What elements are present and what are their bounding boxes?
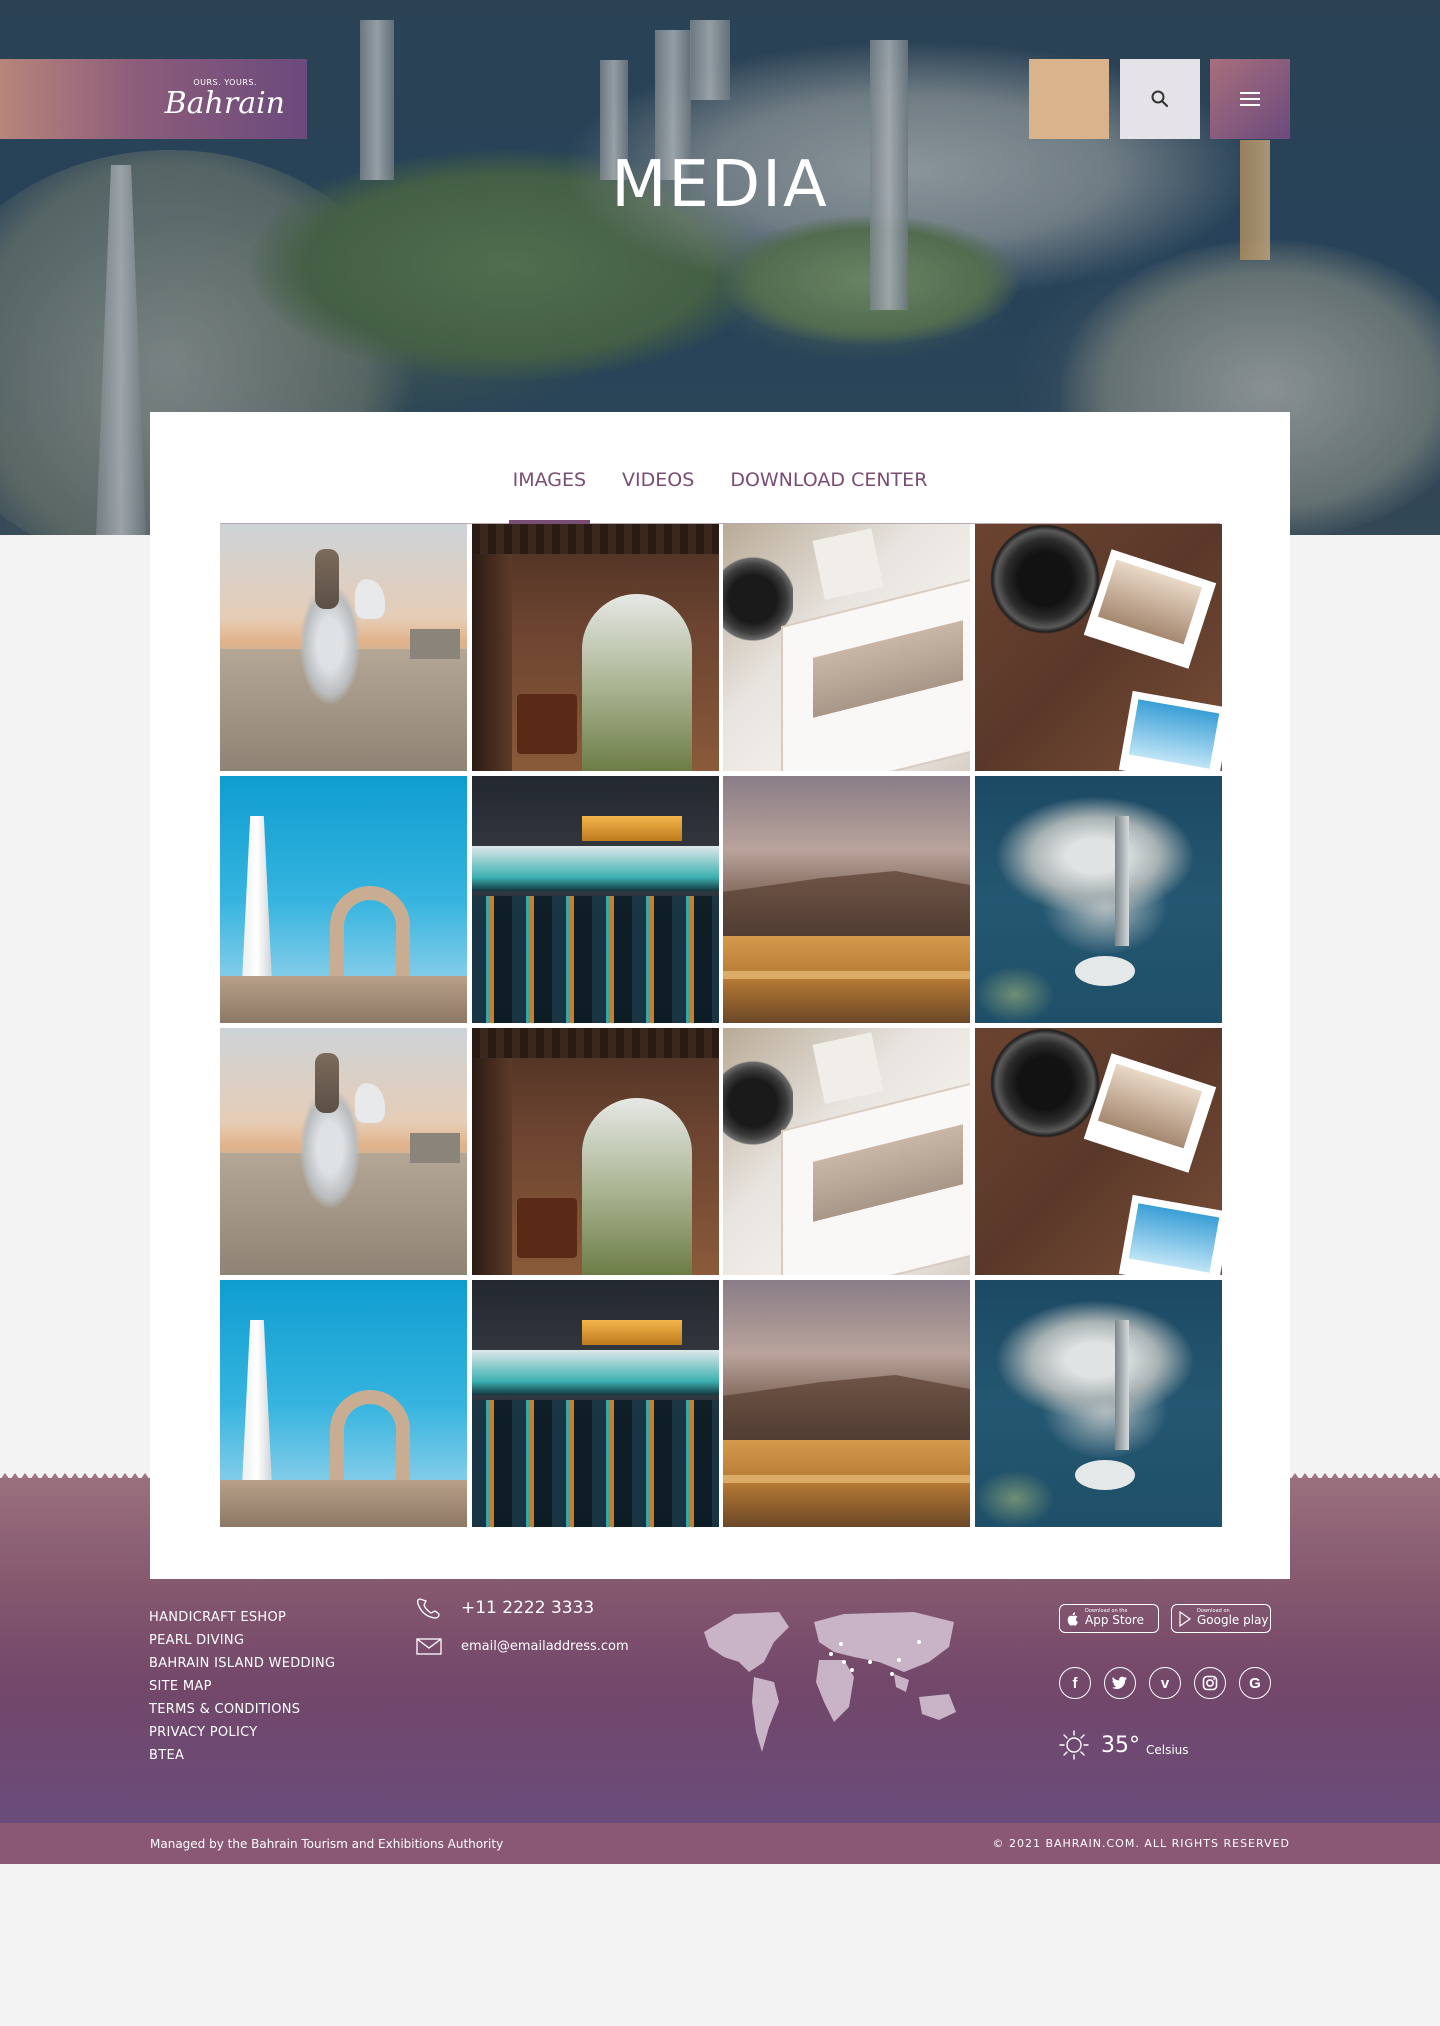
google-play-icon [1179, 1610, 1192, 1627]
email-address[interactable]: email@emailaddress.com [461, 1639, 629, 1654]
app-store-badges: Download on the App Store Download on Go… [1059, 1604, 1271, 1633]
gallery-image-camera-photographs[interactable] [974, 1028, 1222, 1275]
sun-icon [1059, 1730, 1089, 1760]
footer-link-pearl-diving[interactable]: PEARL DIVING [149, 1629, 335, 1652]
bahrain-logo[interactable]: OURS. YOURS. Bahrain [165, 79, 285, 119]
tab-download-center[interactable]: DOWNLOAD CENTER [712, 447, 945, 523]
apple-icon [1067, 1611, 1078, 1626]
language-button[interactable] [1029, 59, 1109, 139]
gallery-image-horse-rider-beach[interactable] [220, 1028, 467, 1275]
menu-icon [1240, 92, 1260, 106]
social-links: f v G [1059, 1667, 1271, 1699]
image-gallery [220, 524, 1222, 1527]
gallery-image-minaret-ruins[interactable] [220, 1280, 467, 1527]
phone-number[interactable]: +11 2222 3333 [461, 1598, 594, 1618]
app-store-button[interactable]: Download on the App Store [1059, 1604, 1159, 1633]
footer-link-bahrain-island-wedding[interactable]: BAHRAIN ISLAND WEDDING [149, 1652, 335, 1675]
google-icon[interactable]: G [1239, 1667, 1271, 1699]
weather-unit: Celsius [1146, 1743, 1189, 1757]
footer-link-terms[interactable]: TERMS & CONDITIONS [149, 1698, 335, 1721]
gallery-image-camera-notebook[interactable] [723, 1028, 970, 1275]
footer-link-handicraft-eshop[interactable]: HANDICRAFT ESHOP [149, 1606, 335, 1629]
logo-bar[interactable]: OURS. YOURS. Bahrain [0, 59, 307, 139]
twitter-icon[interactable] [1104, 1667, 1136, 1699]
contact-info: +11 2222 3333 email@emailaddress.com [415, 1596, 629, 1672]
gallery-image-night-building-reflection[interactable] [471, 1280, 719, 1527]
footer-link-btea[interactable]: BTEA [149, 1744, 335, 1767]
gallery-image-aerial-city[interactable] [974, 776, 1222, 1023]
world-map [704, 1612, 956, 1752]
weather-temperature: 35° [1101, 1732, 1140, 1758]
gallery-image-fort-dusk[interactable] [723, 776, 970, 1023]
gallery-image-camera-photographs[interactable] [974, 524, 1222, 771]
vimeo-icon[interactable]: v [1149, 1667, 1181, 1699]
copyright-text: © 2021 BAHRAIN.COM. ALL RIGHTS RESERVED [992, 1837, 1290, 1850]
gallery-image-horse-rider-beach[interactable] [220, 524, 467, 771]
app-store-label: App Store [1085, 1613, 1144, 1628]
footer-link-site-map[interactable]: SITE MAP [149, 1675, 335, 1698]
instagram-icon[interactable] [1194, 1667, 1226, 1699]
gallery-image-fort-dusk[interactable] [723, 1280, 970, 1527]
tab-videos[interactable]: VIDEOS [604, 447, 712, 523]
media-tabs: IMAGES VIDEOS DOWNLOAD CENTER [220, 447, 1220, 526]
gallery-image-arched-doorway[interactable] [471, 1028, 719, 1275]
bottom-bar: Managed by the Bahrain Tourism and Exhib… [0, 1823, 1440, 1864]
email-icon [416, 1638, 442, 1655]
gallery-image-minaret-ruins[interactable] [220, 776, 467, 1023]
logo-wordmark: Bahrain [164, 86, 285, 121]
google-play-button[interactable]: Download on Google play [1171, 1604, 1271, 1633]
gallery-image-aerial-city[interactable] [974, 1280, 1222, 1527]
gallery-image-arched-doorway[interactable] [471, 524, 719, 771]
media-card: IMAGES VIDEOS DOWNLOAD CENTER [150, 412, 1290, 1579]
facebook-icon[interactable]: f [1059, 1667, 1091, 1699]
google-play-label: Google play [1197, 1613, 1269, 1628]
phone-icon [416, 1598, 440, 1619]
tab-images[interactable]: IMAGES [495, 447, 604, 526]
footer-links: HANDICRAFT ESHOP PEARL DIVING BAHRAIN IS… [149, 1606, 335, 1767]
page-title: MEDIA [611, 148, 829, 222]
gallery-image-night-building-reflection[interactable] [471, 776, 719, 1023]
menu-button[interactable] [1210, 59, 1290, 139]
search-icon [1151, 90, 1169, 108]
search-button[interactable] [1120, 59, 1200, 139]
weather-widget: 35° Celsius [1059, 1730, 1189, 1760]
gallery-image-camera-notebook[interactable] [723, 524, 970, 771]
managed-by-text: Managed by the Bahrain Tourism and Exhib… [150, 1836, 504, 1851]
footer-link-privacy[interactable]: PRIVACY POLICY [149, 1721, 335, 1744]
